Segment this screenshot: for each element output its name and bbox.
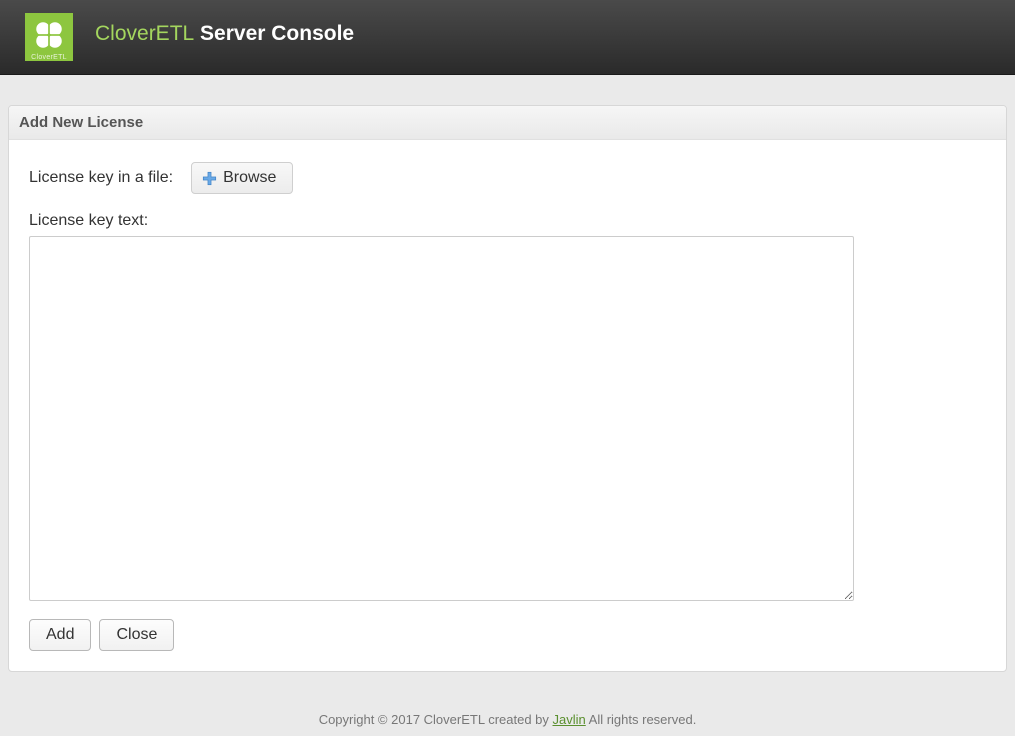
file-label: License key in a file: [29, 169, 173, 187]
add-button[interactable]: Add [29, 619, 91, 651]
panel-body: License key in a file: Browse License ke… [9, 140, 1006, 671]
footer-prefix: Copyright © 2017 CloverETL created by [319, 712, 553, 727]
browse-button-label: Browse [223, 169, 276, 187]
footer-suffix: All rights reserved. [586, 712, 697, 727]
brand-logo-caption: CloverETL [25, 54, 73, 61]
page-area: Add New License License key in a file: B… [0, 75, 1015, 727]
footer-link[interactable]: Javlin [553, 712, 586, 727]
plus-icon [202, 171, 217, 186]
browse-button[interactable]: Browse [191, 162, 293, 194]
file-row: License key in a file: Browse [29, 162, 986, 194]
text-label: License key text: [29, 212, 986, 230]
app-title-brand: CloverETL [95, 22, 194, 45]
close-button[interactable]: Close [99, 619, 174, 651]
app-header: CloverETL CloverETL Server Console [0, 0, 1015, 75]
app-title-rest: Server Console [194, 22, 354, 45]
app-title: CloverETL Server Console [95, 22, 354, 46]
clover-icon [32, 18, 66, 52]
license-key-textarea[interactable] [29, 236, 854, 601]
brand-logo: CloverETL [25, 13, 73, 61]
license-panel: Add New License License key in a file: B… [8, 105, 1007, 672]
panel-title: Add New License [9, 106, 1006, 140]
button-row: Add Close [29, 619, 986, 651]
footer: Copyright © 2017 CloverETL created by Ja… [8, 712, 1007, 727]
